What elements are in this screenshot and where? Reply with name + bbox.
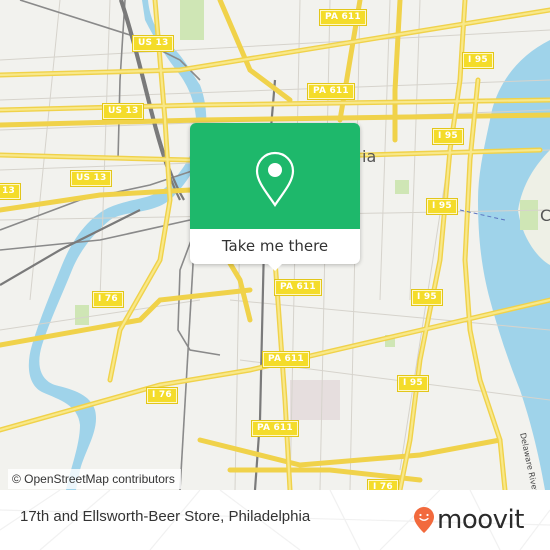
moovit-pin-icon [414,507,434,533]
take-me-there-button[interactable]: Take me there [190,229,360,264]
route-shield-i76: I 76 [367,479,399,490]
place-title: 17th and Ellsworth-Beer Store, Philadelp… [20,508,311,525]
route-shield-i95: I 95 [426,198,458,215]
route-shield-us13: 13 [0,183,21,200]
route-shield-pa611: PA 611 [262,351,310,368]
route-shield-i76: I 76 [146,387,178,404]
map-view[interactable]: US 13 US 13 US 13 13 PA 611 PA 611 PA 61… [0,0,550,490]
city-label-camden: C [540,206,550,225]
route-shield-i95: I 95 [432,128,464,145]
route-shield-us13: US 13 [131,35,175,52]
route-shield-pa611: PA 611 [307,83,355,100]
route-shield-i95: I 95 [397,375,429,392]
route-shield-us13: US 13 [101,103,145,120]
route-shield-i95: I 95 [411,289,443,306]
moovit-logo[interactable]: moovit [413,502,524,538]
popup-header [190,123,360,229]
route-shield-i76: I 76 [92,291,124,308]
map-pin-icon [255,151,295,207]
brand-name: moovit [437,505,524,535]
delaware-river [478,40,550,490]
city-label: ia [362,147,377,166]
location-popup: Take me there [190,123,360,271]
map-attribution[interactable]: © OpenStreetMap contributors [8,469,181,489]
route-shield-us13: US 13 [69,170,113,187]
route-shield-pa611: PA 611 [251,420,299,437]
route-shield-i95: I 95 [462,52,494,69]
route-shield-pa611: PA 611 [274,279,322,296]
footer-bar: 17th and Ellsworth-Beer Store, Philadelp… [0,490,550,550]
popup-pointer [268,264,282,271]
route-shield-pa611: PA 611 [319,9,367,26]
